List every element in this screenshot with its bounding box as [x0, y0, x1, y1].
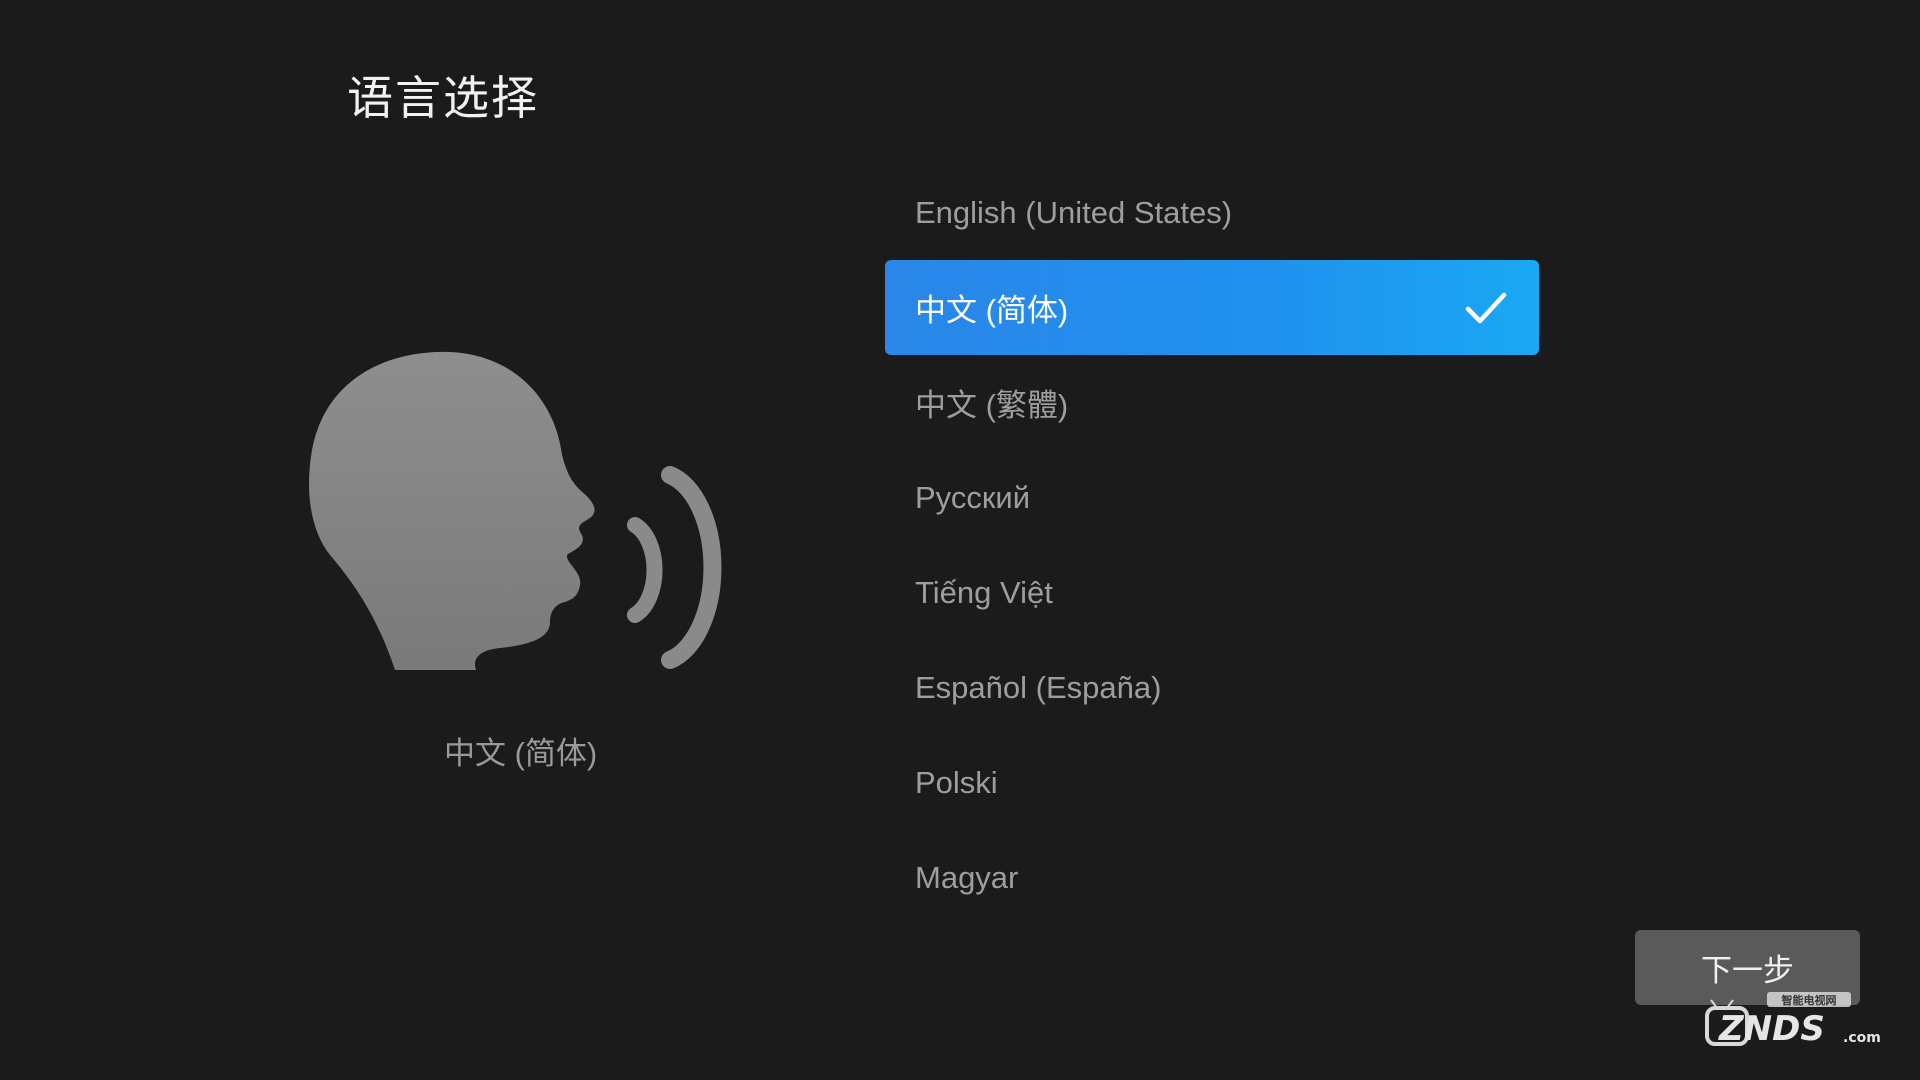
- speaking-head-icon: [309, 351, 722, 670]
- sound-wave-large: [661, 466, 722, 669]
- watermark-tagline: 智能电视网: [1782, 993, 1837, 1007]
- language-label: 中文 (简体): [915, 293, 1069, 328]
- language-option-chinese-traditional[interactable]: 中文 (繁體): [885, 355, 1539, 450]
- language-option-russian[interactable]: Русский: [885, 450, 1539, 545]
- znds-watermark-logo: 智能电视网 ZNDS .com: [1705, 992, 1881, 1049]
- language-option-hungarian[interactable]: Magyar: [885, 830, 1539, 925]
- checkmark-icon: [1465, 292, 1507, 323]
- language-option-spanish[interactable]: Español (España): [885, 640, 1539, 735]
- language-label: Polski: [915, 764, 998, 800]
- watermark-suffix: .com: [1843, 1030, 1881, 1046]
- language-option-polish[interactable]: Polski: [885, 735, 1539, 830]
- language-label: 中文 (繁體): [915, 388, 1069, 423]
- page-title: 语言选择: [347, 72, 539, 124]
- language-option-chinese-simplified[interactable]: 中文 (简体): [885, 260, 1539, 355]
- language-label: Magyar: [915, 859, 1019, 895]
- watermark-brand: ZNDS: [1718, 1009, 1825, 1049]
- language-label: English (United States): [915, 194, 1233, 230]
- next-button-label: 下一步: [1701, 953, 1794, 988]
- current-language-label: 中文 (简体): [444, 736, 598, 771]
- language-option-english[interactable]: English (United States): [885, 165, 1539, 260]
- language-label: Tiếng Việt: [915, 574, 1053, 610]
- language-option-vietnamese[interactable]: Tiếng Việt: [885, 545, 1539, 640]
- language-selection-screen: 语言选择 中文 (简体) English (United States) 中文 …: [0, 0, 1920, 1080]
- language-list: English (United States) 中文 (简体) 中文 (繁體) …: [885, 165, 1539, 925]
- language-label: Español (España): [915, 669, 1162, 705]
- language-label: Русский: [915, 479, 1031, 515]
- sound-wave-small: [627, 517, 663, 623]
